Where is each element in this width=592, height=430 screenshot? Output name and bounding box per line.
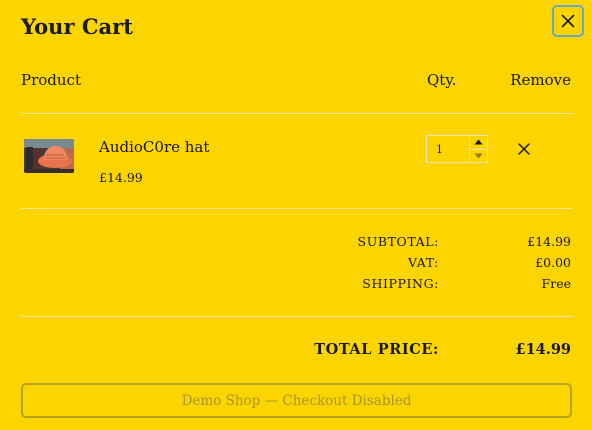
divider <box>21 208 572 209</box>
remove-item-button[interactable] <box>513 138 535 160</box>
total-price-value: £14.99 <box>515 341 572 358</box>
column-header-qty: Qty. <box>427 71 457 89</box>
product-thumbnail <box>24 139 74 173</box>
vat-value: £0.00 <box>535 255 571 270</box>
column-header-remove: Remove <box>510 71 571 89</box>
checkout-button[interactable]: Demo Shop — Checkout Disabled <box>21 383 572 418</box>
subtotal-value: £14.99 <box>527 234 571 249</box>
close-cart-button[interactable] <box>552 5 584 37</box>
divider <box>21 316 572 317</box>
caret-down-icon <box>474 153 483 159</box>
decrease-quantity-button[interactable] <box>470 148 487 163</box>
divider <box>21 113 572 114</box>
increase-quantity-button[interactable] <box>470 136 487 149</box>
total-price-label: TOTAL PRICE: <box>314 341 439 358</box>
stepper-buttons <box>469 136 487 162</box>
item-name[interactable]: AudioC0re hat <box>99 138 209 156</box>
shipping-label: SHIPPING: <box>362 276 439 291</box>
quantity-input[interactable] <box>427 136 469 162</box>
vat-label: VAT: <box>407 255 439 270</box>
remove-x-icon <box>518 143 530 155</box>
caret-up-icon <box>474 139 483 145</box>
cart-title: Your Cart <box>21 14 133 39</box>
item-price: £14.99 <box>99 170 143 185</box>
close-icon <box>561 14 575 28</box>
subtotal-label: SUBTOTAL: <box>357 234 439 249</box>
quantity-stepper <box>426 135 488 163</box>
column-header-product: Product <box>21 71 81 89</box>
shipping-value: Free <box>541 276 571 291</box>
